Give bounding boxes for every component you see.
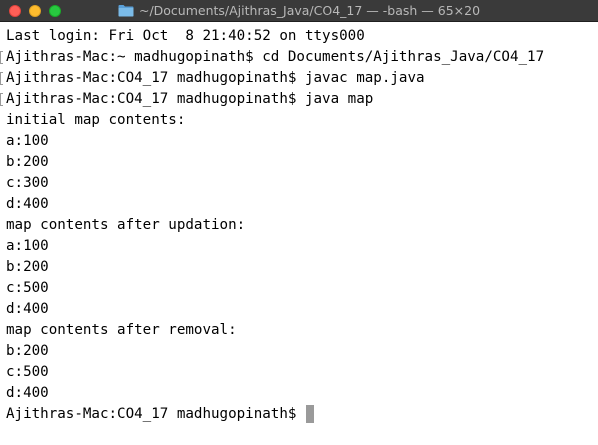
terminal-line: c:500 bbox=[6, 364, 49, 380]
terminal-line: b:200 bbox=[6, 259, 49, 275]
terminal-line: b:200 bbox=[6, 154, 49, 170]
terminal-output[interactable]: Last login: Fri Oct 8 21:40:52 on ttys00… bbox=[0, 22, 598, 445]
terminal-line: d:400 bbox=[6, 196, 49, 212]
command-text: Ajithras-Mac:~ madhugopinath$ cd Documen… bbox=[6, 49, 545, 65]
terminal-line: a:100 bbox=[6, 133, 49, 149]
window-title-container: ~/Documents/Ajithras_Java/CO4_17 — -bash… bbox=[0, 0, 598, 22]
text-cursor bbox=[305, 405, 314, 423]
terminal-line: map contents after removal: bbox=[6, 322, 237, 338]
terminal-line: d:400 bbox=[6, 301, 49, 317]
terminal-line: initial map contents: bbox=[6, 112, 186, 128]
terminal-line: c:300 bbox=[6, 175, 49, 191]
current-prompt: Ajithras-Mac:CO4_17 madhugopinath$ bbox=[6, 406, 305, 422]
terminal-line: a:100 bbox=[6, 238, 49, 254]
folder-icon bbox=[118, 4, 134, 16]
prompt-mark-icon bbox=[0, 51, 3, 64]
terminal-line: Ajithras-Mac:~ madhugopinath$ cd Documen… bbox=[0, 47, 598, 68]
current-prompt-line[interactable]: Ajithras-Mac:CO4_17 madhugopinath$ bbox=[6, 404, 598, 425]
terminal-line: b:200 bbox=[6, 343, 49, 359]
prompt-mark-icon bbox=[0, 93, 3, 106]
terminal-window: ~/Documents/Ajithras_Java/CO4_17 — -bash… bbox=[0, 0, 598, 445]
title-bar[interactable]: ~/Documents/Ajithras_Java/CO4_17 — -bash… bbox=[0, 0, 598, 22]
terminal-line: c:500 bbox=[6, 280, 49, 296]
terminal-line: map contents after updation: bbox=[6, 217, 246, 233]
prompt-mark-icon bbox=[0, 72, 3, 85]
command-text: Ajithras-Mac:CO4_17 madhugopinath$ javac… bbox=[6, 70, 425, 86]
terminal-line: Last login: Fri Oct 8 21:40:52 on ttys00… bbox=[6, 28, 365, 44]
terminal-line: d:400 bbox=[6, 385, 49, 401]
command-text: Ajithras-Mac:CO4_17 madhugopinath$ java … bbox=[6, 91, 374, 107]
terminal-line: Ajithras-Mac:CO4_17 madhugopinath$ java … bbox=[0, 89, 598, 110]
window-title: ~/Documents/Ajithras_Java/CO4_17 — -bash… bbox=[138, 3, 481, 18]
terminal-line: Ajithras-Mac:CO4_17 madhugopinath$ javac… bbox=[0, 68, 598, 89]
